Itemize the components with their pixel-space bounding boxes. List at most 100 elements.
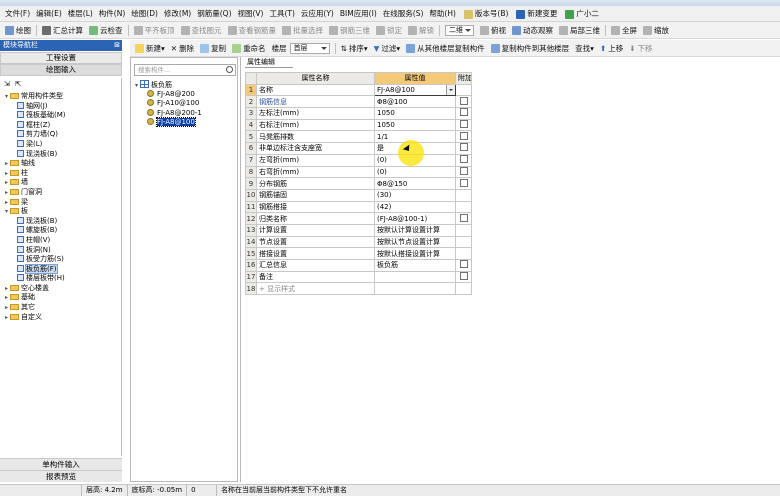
search-icon[interactable] bbox=[226, 66, 233, 73]
collapse-icon[interactable]: ▾ bbox=[3, 92, 10, 102]
tree-folder[interactable]: ▸ 自定义 bbox=[3, 313, 121, 323]
toolbar-button-1[interactable]: 汇总计算 bbox=[39, 25, 86, 36]
property-value[interactable]: 1050 bbox=[374, 107, 456, 120]
expand-icon[interactable]: ▸ bbox=[3, 198, 10, 208]
property-value[interactable]: 按默认计算设置计算 bbox=[374, 223, 456, 237]
tree-item[interactable]: 板受力筋(S) bbox=[3, 255, 121, 265]
tree-item[interactable]: 螺旋板(B) bbox=[3, 226, 121, 236]
menu-item-6[interactable]: 钢筋量(Q) bbox=[194, 8, 234, 19]
tree-item[interactable]: 现浇板(B) bbox=[3, 149, 121, 160]
additional-checkbox[interactable] bbox=[459, 213, 468, 222]
component-list-item[interactable]: FJ-A10@100 bbox=[133, 99, 237, 109]
menu-item-5[interactable]: 修改(M) bbox=[161, 8, 194, 19]
sort-button[interactable]: ⇅ 排序 ▾ bbox=[338, 43, 371, 54]
tree-item[interactable]: 现浇板(B) bbox=[3, 216, 121, 227]
menu-item-15[interactable]: 广小二 bbox=[560, 8, 602, 19]
menu-item-2[interactable]: 楼层(L) bbox=[65, 8, 96, 19]
property-row[interactable]: 6 非单边标注含支座宽是 bbox=[245, 142, 472, 155]
property-row[interactable]: 4 右标注(mm) 1050 bbox=[245, 118, 472, 132]
toolbar-button-11[interactable]: 俯视 bbox=[477, 25, 509, 36]
toolbar-button-5[interactable]: 查看钢筋量 bbox=[225, 25, 280, 36]
property-value[interactable] bbox=[374, 282, 456, 296]
property-row[interactable]: 13 计算设置 按默认计算设置计算 bbox=[245, 223, 472, 237]
nav-panel-close-icon[interactable]: ⊠ bbox=[114, 40, 120, 51]
property-edit-tab[interactable]: 属性编辑 bbox=[245, 57, 293, 68]
tree-item[interactable]: 轴网(J) bbox=[3, 101, 121, 112]
component-list-item[interactable]: FJ-A8@200-1 bbox=[133, 108, 237, 119]
property-value[interactable]: Φ8@150 bbox=[374, 177, 456, 190]
drawing-input-button[interactable]: 绘图输入 bbox=[0, 64, 122, 76]
header-additional[interactable]: 附加 bbox=[455, 72, 472, 85]
toolbar-button-2[interactable]: 云检查 bbox=[86, 25, 126, 36]
menu-item-9[interactable]: 云应用(Y) bbox=[298, 8, 337, 19]
delete-button[interactable]: ✕ 删除 bbox=[168, 43, 197, 54]
additional-checkbox[interactable] bbox=[459, 108, 468, 117]
expand-icon[interactable]: ▸ bbox=[3, 169, 10, 179]
tree-folder[interactable]: ▾ 常用构件类型 bbox=[3, 92, 121, 102]
menu-item-4[interactable]: 绘图(D) bbox=[128, 8, 161, 19]
toolbar-button-3[interactable]: 平齐板顶 bbox=[131, 25, 178, 36]
expand-icon[interactable]: ▸ bbox=[3, 284, 10, 294]
expand-icon[interactable]: ▸ bbox=[3, 293, 10, 303]
tree-folder[interactable]: ▸ 轴线 bbox=[3, 159, 121, 169]
tree-folder[interactable]: ▸ 其它 bbox=[3, 303, 121, 313]
property-value[interactable]: Φ8@100 bbox=[374, 95, 456, 109]
tree-item[interactable]: 筏板基础(M) bbox=[3, 111, 121, 121]
copy-from-floor-button[interactable]: 从其他楼层复制构件 bbox=[403, 43, 488, 54]
tree-item[interactable]: 楼层板带(H) bbox=[3, 274, 121, 284]
tree-folder[interactable]: ▸ 门窗洞 bbox=[3, 188, 121, 198]
tree-folder[interactable]: ▾ 板 bbox=[3, 207, 121, 217]
additional-checkbox[interactable] bbox=[459, 120, 468, 129]
property-value[interactable]: (42) bbox=[374, 200, 456, 214]
property-value[interactable]: 板负筋 bbox=[374, 259, 456, 272]
tree-folder[interactable]: ▸ 基础 bbox=[3, 293, 121, 303]
property-value[interactable]: (0) bbox=[374, 165, 456, 179]
expand-icon[interactable]: + bbox=[259, 285, 267, 293]
rename-button[interactable]: 重命名 bbox=[229, 43, 269, 54]
dropdown-arrow-icon[interactable] bbox=[446, 85, 455, 95]
additional-checkbox[interactable] bbox=[459, 131, 468, 140]
property-row[interactable]: 9 分布钢筋 Φ8@150 bbox=[245, 177, 472, 190]
property-value[interactable]: 按默认搭接设置计算 bbox=[374, 247, 456, 260]
tree-item[interactable]: 剪力墙(Q) bbox=[3, 130, 121, 140]
property-row[interactable]: 16 汇总信息 板负筋 bbox=[245, 259, 472, 272]
toolbar-button-4[interactable]: 查找图元 bbox=[178, 25, 225, 36]
property-row[interactable]: 15 搭接设置 按默认搭接设置计算 bbox=[245, 247, 472, 260]
property-row[interactable]: 11 钢筋搭接 (42) bbox=[245, 200, 472, 214]
toolbar-button-12[interactable]: 动态观察 bbox=[509, 25, 556, 36]
property-value[interactable]: 1050 bbox=[374, 118, 456, 132]
additional-checkbox[interactable] bbox=[459, 166, 468, 175]
tree-item[interactable]: 柱帽(V) bbox=[3, 235, 121, 246]
menu-item-12[interactable]: 帮助(H) bbox=[426, 8, 459, 19]
property-row[interactable]: 2 钢筋信息 Φ8@100 bbox=[245, 95, 472, 109]
property-value-editor[interactable]: FJ-A8@100 bbox=[374, 83, 456, 97]
expand-icon[interactable]: ▸ bbox=[3, 303, 10, 313]
report-preview-button[interactable]: 报表预览 bbox=[0, 470, 122, 482]
additional-checkbox[interactable] bbox=[459, 260, 468, 269]
property-row[interactable]: 8 右弯折(mm) (0) bbox=[245, 165, 472, 179]
tree-item[interactable]: 板负筋(F) bbox=[3, 263, 121, 275]
additional-checkbox[interactable] bbox=[459, 143, 468, 152]
toolbar-button-14[interactable]: 全屏 bbox=[608, 25, 640, 36]
tree-item[interactable]: 板洞(N) bbox=[3, 245, 121, 256]
menu-item-13[interactable]: 版本号(B) bbox=[459, 8, 512, 19]
property-row[interactable]: 18 + 显示样式 bbox=[245, 282, 472, 296]
menu-item-7[interactable]: 视图(V) bbox=[235, 8, 267, 19]
toolbar-button-13[interactable]: 局部三维 bbox=[556, 25, 603, 36]
project-settings-button[interactable]: 工程设置 bbox=[0, 52, 122, 64]
tree-item[interactable]: 框柱(Z) bbox=[3, 120, 121, 131]
property-value[interactable] bbox=[374, 270, 456, 284]
property-value[interactable]: (30) bbox=[374, 188, 456, 202]
additional-checkbox[interactable] bbox=[459, 96, 468, 105]
filter-button[interactable]: ▼ 过滤 ▾ bbox=[371, 43, 404, 54]
additional-checkbox[interactable] bbox=[459, 272, 468, 281]
menu-item-11[interactable]: 在线服务(S) bbox=[380, 8, 427, 19]
menu-item-8[interactable]: 工具(T) bbox=[266, 8, 297, 19]
new-button[interactable]: 新建 ▾ bbox=[132, 43, 168, 54]
toolbar-button-8[interactable]: 锁定 bbox=[373, 25, 405, 36]
toolbar-button-7[interactable]: 钢筋三维 bbox=[326, 25, 373, 36]
menu-item-0[interactable]: 文件(F) bbox=[2, 8, 33, 19]
toolbar-button-6[interactable]: 批量选择 bbox=[279, 25, 326, 36]
expand-icon[interactable]: ▸ bbox=[3, 188, 10, 198]
property-value[interactable]: (FJ-A8@100-1) bbox=[374, 212, 456, 225]
